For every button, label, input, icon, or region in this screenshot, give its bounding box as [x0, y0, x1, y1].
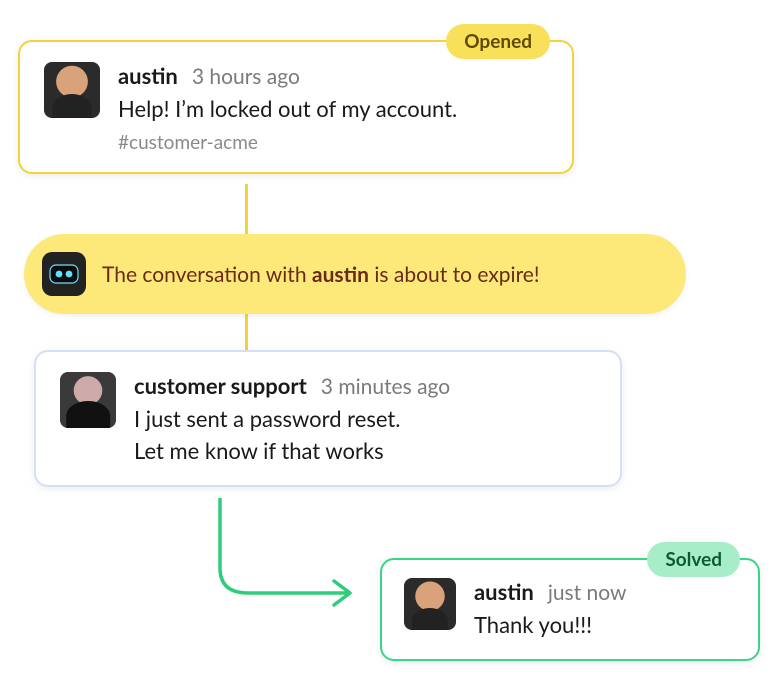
username: austin [474, 578, 534, 605]
bot-username: austin [312, 262, 369, 287]
bot-text-prefix: The conversation with [102, 262, 312, 287]
avatar [44, 62, 100, 118]
arrow-connector [200, 498, 380, 628]
message-text-line2: Let me know if that works [134, 435, 450, 467]
avatar [404, 578, 456, 630]
message-text-line1: I just sent a password reset. [134, 403, 450, 435]
message-text: Help! I’m locked out of my account. [118, 93, 457, 125]
timestamp: 3 minutes ago [321, 374, 450, 399]
message-text: Thank you!!! [474, 609, 627, 641]
avatar [60, 372, 116, 428]
message-card-3: Solved austin just now Thank you!!! [380, 558, 760, 661]
username: customer support [134, 372, 307, 399]
bot-text-suffix: is about to expire! [369, 262, 540, 287]
channel-tag: #customer-acme [118, 131, 457, 154]
message-card-2: customer support 3 minutes ago I just se… [34, 350, 622, 487]
connector-line-1 [245, 184, 248, 236]
username: austin [118, 62, 178, 89]
status-badge-solved: Solved [647, 542, 740, 577]
status-badge-opened: Opened [446, 24, 550, 59]
timestamp: 3 hours ago [192, 64, 300, 89]
connector-line-2 [245, 309, 248, 351]
bot-alert-text: The conversation with austin is about to… [102, 262, 540, 287]
bot-alert-bubble: The conversation with austin is about to… [24, 234, 686, 314]
robot-icon [42, 252, 86, 296]
timestamp: just now [548, 580, 627, 605]
message-card-1: Opened austin 3 hours ago Help! I’m lock… [18, 40, 574, 174]
